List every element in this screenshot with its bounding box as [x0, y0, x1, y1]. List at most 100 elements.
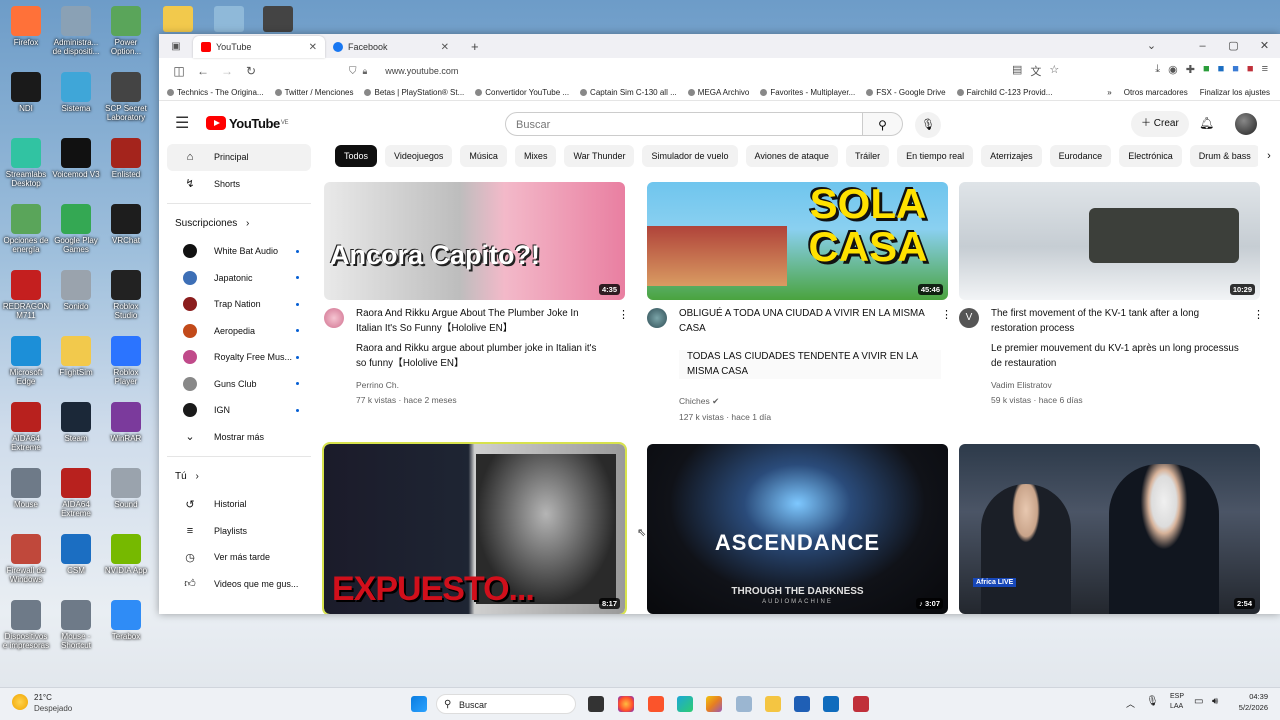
folder-icon[interactable] — [163, 6, 193, 32]
close-tab-icon[interactable]: ✕ — [309, 42, 317, 53]
youtube-logo[interactable]: YouTube VE — [206, 116, 289, 131]
subscriptions-header[interactable]: Suscripciones › — [159, 210, 319, 238]
url-bar[interactable]: www.youtube.com — [385, 66, 458, 76]
desktop-icon[interactable]: Sistema — [52, 72, 100, 113]
video-title[interactable]: Raora And Rikku Argue About The Plumber … — [356, 307, 606, 336]
filter-chip[interactable]: Mixes — [514, 145, 557, 167]
desktop-icon[interactable]: Mouse - Shortcut — [52, 600, 100, 650]
desktop-icon[interactable]: Terabox — [102, 600, 150, 641]
desktop-icon[interactable]: AIDA64 Extreme — [2, 402, 50, 452]
more-options-icon[interactable]: ⋮ — [1253, 308, 1264, 321]
desktop-icon[interactable]: NDI — [2, 72, 50, 113]
extensions-icon[interactable]: ✚ — [1186, 63, 1195, 79]
show-more-button[interactable]: ⌄ Mostrar más — [167, 424, 311, 451]
bookmark[interactable]: Convertidor YouTube ... — [475, 88, 569, 97]
weather-temp[interactable]: 21°C — [34, 693, 52, 702]
video-thumbnail[interactable]: EXPUESTO... 8:17 — [322, 442, 627, 614]
bookmark[interactable]: Technics - The Origina... — [167, 88, 264, 97]
sidebar-item-playlists[interactable]: ≡ Playlists — [167, 518, 311, 545]
desktop-icon[interactable]: Sonido — [52, 270, 100, 311]
close-window-icon[interactable]: ✕ — [1249, 34, 1280, 58]
bookmark[interactable]: MEGA Archivo — [688, 88, 750, 97]
more-options-icon[interactable]: ⋮ — [618, 308, 629, 321]
tab-facebook[interactable]: Facebook ✕ — [325, 36, 457, 58]
bookmark[interactable]: Favorites - Multiplayer... — [760, 88, 855, 97]
video-thumbnail[interactable]: Africa LIVE 2:54 — [959, 444, 1260, 614]
subscription-item[interactable]: Trap Nation — [167, 291, 311, 318]
desktop-icon[interactable]: CSM — [52, 534, 100, 575]
tray-expand-icon[interactable]: ︿ — [1126, 697, 1135, 710]
outlook-icon[interactable] — [823, 696, 839, 712]
channel-avatar[interactable] — [324, 308, 344, 328]
desktop-icon[interactable]: Firefox — [2, 6, 50, 47]
chip-next-icon[interactable]: › — [1258, 144, 1280, 168]
desktop-icon[interactable]: Voicemod V3 — [52, 138, 100, 179]
new-tab-icon[interactable]: + — [471, 39, 479, 54]
edge-icon[interactable] — [677, 696, 693, 712]
desktop-icon[interactable]: REDRAGON M711 — [2, 270, 50, 320]
bookmark[interactable]: FSX - Google Drive — [866, 88, 945, 97]
app-red-icon[interactable] — [853, 696, 869, 712]
desktop-icon[interactable]: Mouse — [2, 468, 50, 509]
desktop-icon[interactable]: Microsoft Edge — [2, 336, 50, 386]
desktop-icon[interactable]: Roblox Studio — [102, 270, 150, 320]
file-explorer-icon[interactable] — [765, 696, 781, 712]
bookmark[interactable]: Fairchild C-123 Provid... — [957, 88, 1053, 97]
tab-youtube[interactable]: YouTube ✕ — [193, 36, 325, 58]
bookmark[interactable]: Twitter / Menciones — [275, 88, 354, 97]
store-icon[interactable] — [794, 696, 810, 712]
sidebar-item-history[interactable]: ↺ Historial — [167, 491, 311, 518]
clock-time[interactable]: 04:39 — [1234, 692, 1268, 701]
finish-setup[interactable]: Finalizar los ajustes — [1200, 88, 1270, 97]
desktop-icon[interactable]: Power Option... — [102, 6, 150, 56]
create-button[interactable]: ＋ Crear — [1131, 111, 1189, 137]
reload-icon[interactable]: ↻ — [239, 64, 263, 78]
maximize-icon[interactable]: ▢ — [1218, 34, 1249, 58]
desktop-icon[interactable]: FlightSim — [52, 336, 100, 377]
other-bookmarks[interactable]: Otros marcadores — [1124, 88, 1188, 97]
extension-blue-icon[interactable]: ■ — [1218, 63, 1225, 79]
windows-start-icon[interactable] — [411, 696, 427, 712]
forward-icon[interactable]: → — [215, 64, 239, 78]
channel-avatar[interactable] — [647, 308, 667, 328]
language-indicator[interactable]: ESP — [1170, 693, 1184, 700]
bookmark[interactable]: Betas | PlayStation® St... — [364, 88, 464, 97]
network-icon[interactable]: ▭ — [1194, 696, 1203, 707]
search-button[interactable]: ⚲ — [863, 112, 903, 136]
recycle-bin-icon[interactable] — [214, 6, 244, 32]
channel-name[interactable]: Chiches ✔︎ — [679, 396, 719, 407]
desktop-icon[interactable]: SCP Secret Laboratory — [102, 72, 150, 122]
subscription-item[interactable]: White Bat Audio — [167, 238, 311, 265]
channel-name[interactable]: Vadim Elistratov — [991, 380, 1052, 390]
voice-search-button[interactable]: 🎙︎ — [915, 112, 941, 138]
desktop-icon[interactable]: Enlisted — [102, 138, 150, 179]
desktop-icon[interactable]: Google Play Games — [52, 204, 100, 254]
video-title[interactable]: OBLIGUÉ A TODA UNA CIUDAD A VIVIR EN LA … — [679, 307, 929, 336]
filter-chip[interactable]: Simulador de vuelo — [642, 145, 738, 167]
sidebar-item-liked[interactable]: 👍︎ Videos que me gus... — [167, 571, 311, 598]
desktop-icon[interactable]: Opciones de energía — [2, 204, 50, 254]
reader-icon[interactable]: ▤ — [1012, 63, 1022, 79]
desktop-icon[interactable]: Firewall de Windows — [2, 534, 50, 584]
desktop-icon[interactable]: VRChat — [102, 204, 150, 245]
channel-name[interactable]: Perrino Ch. — [356, 380, 399, 390]
filter-chip[interactable]: Aviones de ataque — [745, 145, 838, 167]
account-icon[interactable]: ◉ — [1168, 63, 1178, 79]
filter-chip[interactable]: Electrónica — [1119, 145, 1182, 167]
extension-red-icon[interactable]: ■ — [1247, 63, 1254, 79]
sidebar-item-watch-later[interactable]: ◷ Ver más tarde — [167, 544, 311, 571]
task-view-icon[interactable] — [588, 696, 604, 712]
minimize-icon[interactable]: – — [1187, 34, 1218, 58]
weather-sun-icon[interactable] — [12, 694, 28, 710]
video-thumbnail[interactable]: SOLA CASA 45:46 — [647, 182, 948, 300]
subscription-item[interactable]: Japatonic — [167, 265, 311, 292]
firefox-taskbar-icon[interactable] — [618, 696, 634, 712]
sidebar-item-shorts[interactable]: ↯ Shorts — [167, 171, 311, 198]
tab-list-icon[interactable]: ▣ — [159, 41, 193, 52]
taskbar-search[interactable]: ⚲ Buscar — [436, 694, 576, 714]
desktop-icon[interactable]: WinRAR — [102, 402, 150, 443]
desktop-icon[interactable]: Steam — [52, 402, 100, 443]
bookmark[interactable]: Captain Sim C-130 all ... — [580, 88, 677, 97]
you-header[interactable]: Tú › — [159, 463, 319, 491]
more-bookmarks-icon[interactable]: » — [1107, 88, 1111, 97]
